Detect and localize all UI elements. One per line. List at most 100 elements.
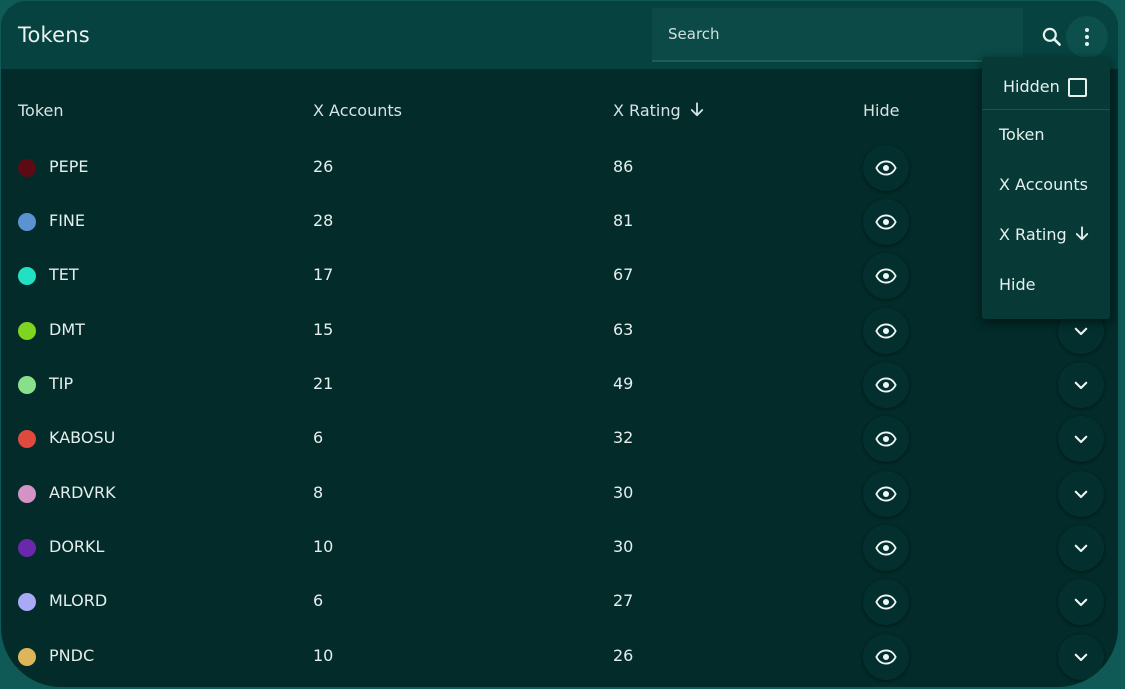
hide-toggle-button[interactable] bbox=[863, 471, 909, 517]
table-row[interactable]: PEPE 26 86 bbox=[1, 140, 1118, 194]
token-name: TET bbox=[49, 265, 79, 284]
token-color-dot bbox=[18, 539, 36, 557]
token-color-dot bbox=[18, 485, 36, 503]
x-accounts-value: 26 bbox=[313, 157, 334, 176]
table-row[interactable]: DORKL 10 30 bbox=[1, 520, 1118, 574]
token-color-dot bbox=[18, 322, 36, 340]
expand-row-button[interactable] bbox=[1058, 471, 1104, 517]
token-name: PEPE bbox=[49, 157, 89, 176]
x-accounts-value: 28 bbox=[313, 211, 334, 230]
table-row[interactable]: KABOSU 6 32 bbox=[1, 411, 1118, 465]
table-row[interactable]: TET 17 67 bbox=[1, 248, 1118, 302]
token-color-dot bbox=[18, 213, 36, 231]
menu-item-label: Hide bbox=[999, 275, 1036, 294]
expand-row-button[interactable] bbox=[1058, 525, 1104, 571]
hide-toggle-button[interactable] bbox=[863, 308, 909, 354]
chevron-down-icon bbox=[1074, 381, 1088, 390]
token-color-dot bbox=[18, 376, 36, 394]
menu-hidden-label: Hidden bbox=[1003, 77, 1060, 96]
hide-toggle-button[interactable] bbox=[863, 362, 909, 408]
table-row[interactable]: TIP 21 49 bbox=[1, 357, 1118, 411]
expand-row-button[interactable] bbox=[1058, 416, 1104, 462]
token-name: TIP bbox=[49, 374, 74, 393]
x-accounts-value: 21 bbox=[313, 374, 334, 393]
hide-toggle-button[interactable] bbox=[863, 579, 909, 625]
token-color-dot bbox=[18, 648, 36, 666]
column-header-x-rating-label: X Rating bbox=[613, 101, 681, 120]
menu-hidden-toggle[interactable]: Hidden bbox=[982, 57, 1110, 110]
x-accounts-value: 8 bbox=[313, 483, 324, 502]
token-name: KABOSU bbox=[49, 428, 116, 447]
eye-icon bbox=[875, 486, 897, 502]
table-row[interactable]: MLORD 6 27 bbox=[1, 574, 1118, 628]
x-accounts-value: 17 bbox=[313, 265, 334, 284]
column-header-token[interactable]: Token bbox=[18, 101, 64, 120]
menu-item-x-rating-text: X Rating bbox=[999, 225, 1067, 244]
x-rating-value: 32 bbox=[613, 428, 634, 447]
x-rating-value: 27 bbox=[613, 591, 634, 610]
column-menu: Hidden Token X Accounts X Rating Hide bbox=[982, 57, 1110, 319]
menu-item-x-rating[interactable]: X Rating bbox=[982, 210, 1110, 260]
column-header-hide[interactable]: Hide bbox=[863, 101, 899, 120]
menu-item-token[interactable]: Token bbox=[982, 110, 1110, 160]
token-color-dot bbox=[18, 267, 36, 285]
x-accounts-value: 10 bbox=[313, 537, 334, 556]
hidden-checkbox[interactable] bbox=[1068, 78, 1087, 97]
eye-icon bbox=[875, 594, 897, 610]
x-rating-value: 26 bbox=[613, 646, 634, 665]
token-name: PNDC bbox=[49, 646, 95, 665]
token-color-dot bbox=[18, 430, 36, 448]
more-vert-icon[interactable] bbox=[1066, 16, 1108, 58]
menu-item-hide[interactable]: Hide bbox=[982, 260, 1110, 310]
hide-toggle-button[interactable] bbox=[863, 634, 909, 680]
token-name: ARDVRK bbox=[49, 483, 116, 502]
arrow-down-icon bbox=[1075, 226, 1088, 241]
menu-item-x-accounts[interactable]: X Accounts bbox=[982, 160, 1110, 210]
hide-toggle-button[interactable] bbox=[863, 253, 909, 299]
table-row[interactable]: FINE 28 81 bbox=[1, 194, 1118, 248]
column-header-x-accounts[interactable]: X Accounts bbox=[313, 101, 402, 120]
tokens-window: Tokens Token X Accounts X Rating Hide PE… bbox=[1, 1, 1118, 687]
x-accounts-value: 10 bbox=[313, 646, 334, 665]
search-icon[interactable] bbox=[1039, 24, 1065, 50]
x-accounts-value: 6 bbox=[313, 591, 324, 610]
x-rating-value: 30 bbox=[613, 483, 634, 502]
top-bar: Tokens bbox=[1, 1, 1118, 69]
eye-icon bbox=[875, 540, 897, 556]
menu-item-label: Token bbox=[999, 125, 1045, 144]
hide-toggle-button[interactable] bbox=[863, 199, 909, 245]
x-rating-value: 81 bbox=[613, 211, 634, 230]
search-field[interactable] bbox=[652, 8, 1023, 62]
x-rating-value: 49 bbox=[613, 374, 634, 393]
expand-row-button[interactable] bbox=[1058, 579, 1104, 625]
expand-row-button[interactable] bbox=[1058, 634, 1104, 680]
x-accounts-value: 6 bbox=[313, 428, 324, 447]
token-color-dot bbox=[18, 593, 36, 611]
hide-toggle-button[interactable] bbox=[863, 145, 909, 191]
menu-item-label: X Accounts bbox=[999, 175, 1088, 194]
hide-toggle-button[interactable] bbox=[863, 416, 909, 462]
chevron-down-icon bbox=[1074, 653, 1088, 662]
token-name: MLORD bbox=[49, 591, 108, 610]
x-rating-value: 63 bbox=[613, 320, 634, 339]
expand-row-button[interactable] bbox=[1058, 362, 1104, 408]
hide-toggle-button[interactable] bbox=[863, 525, 909, 571]
table-row[interactable]: ARDVRK 8 30 bbox=[1, 466, 1118, 520]
eye-icon bbox=[875, 214, 897, 230]
token-name: DORKL bbox=[49, 537, 105, 556]
arrow-down-icon bbox=[690, 102, 703, 117]
column-header-x-rating[interactable]: X Rating bbox=[613, 101, 706, 120]
chevron-down-icon bbox=[1074, 544, 1088, 553]
chevron-down-icon bbox=[1074, 435, 1088, 444]
chevron-down-icon bbox=[1074, 327, 1088, 336]
menu-item-label: X Rating bbox=[999, 225, 1091, 244]
search-input[interactable] bbox=[652, 8, 1023, 60]
eye-icon bbox=[875, 160, 897, 176]
table-header: Token X Accounts X Rating Hide bbox=[1, 93, 1118, 129]
chevron-down-icon bbox=[1074, 598, 1088, 607]
page-title: Tokens bbox=[18, 23, 90, 47]
table-row[interactable]: DMT 15 63 bbox=[1, 303, 1118, 357]
chevron-down-icon bbox=[1074, 490, 1088, 499]
x-rating-value: 67 bbox=[613, 265, 634, 284]
table-row[interactable]: PNDC 10 26 bbox=[1, 629, 1118, 683]
